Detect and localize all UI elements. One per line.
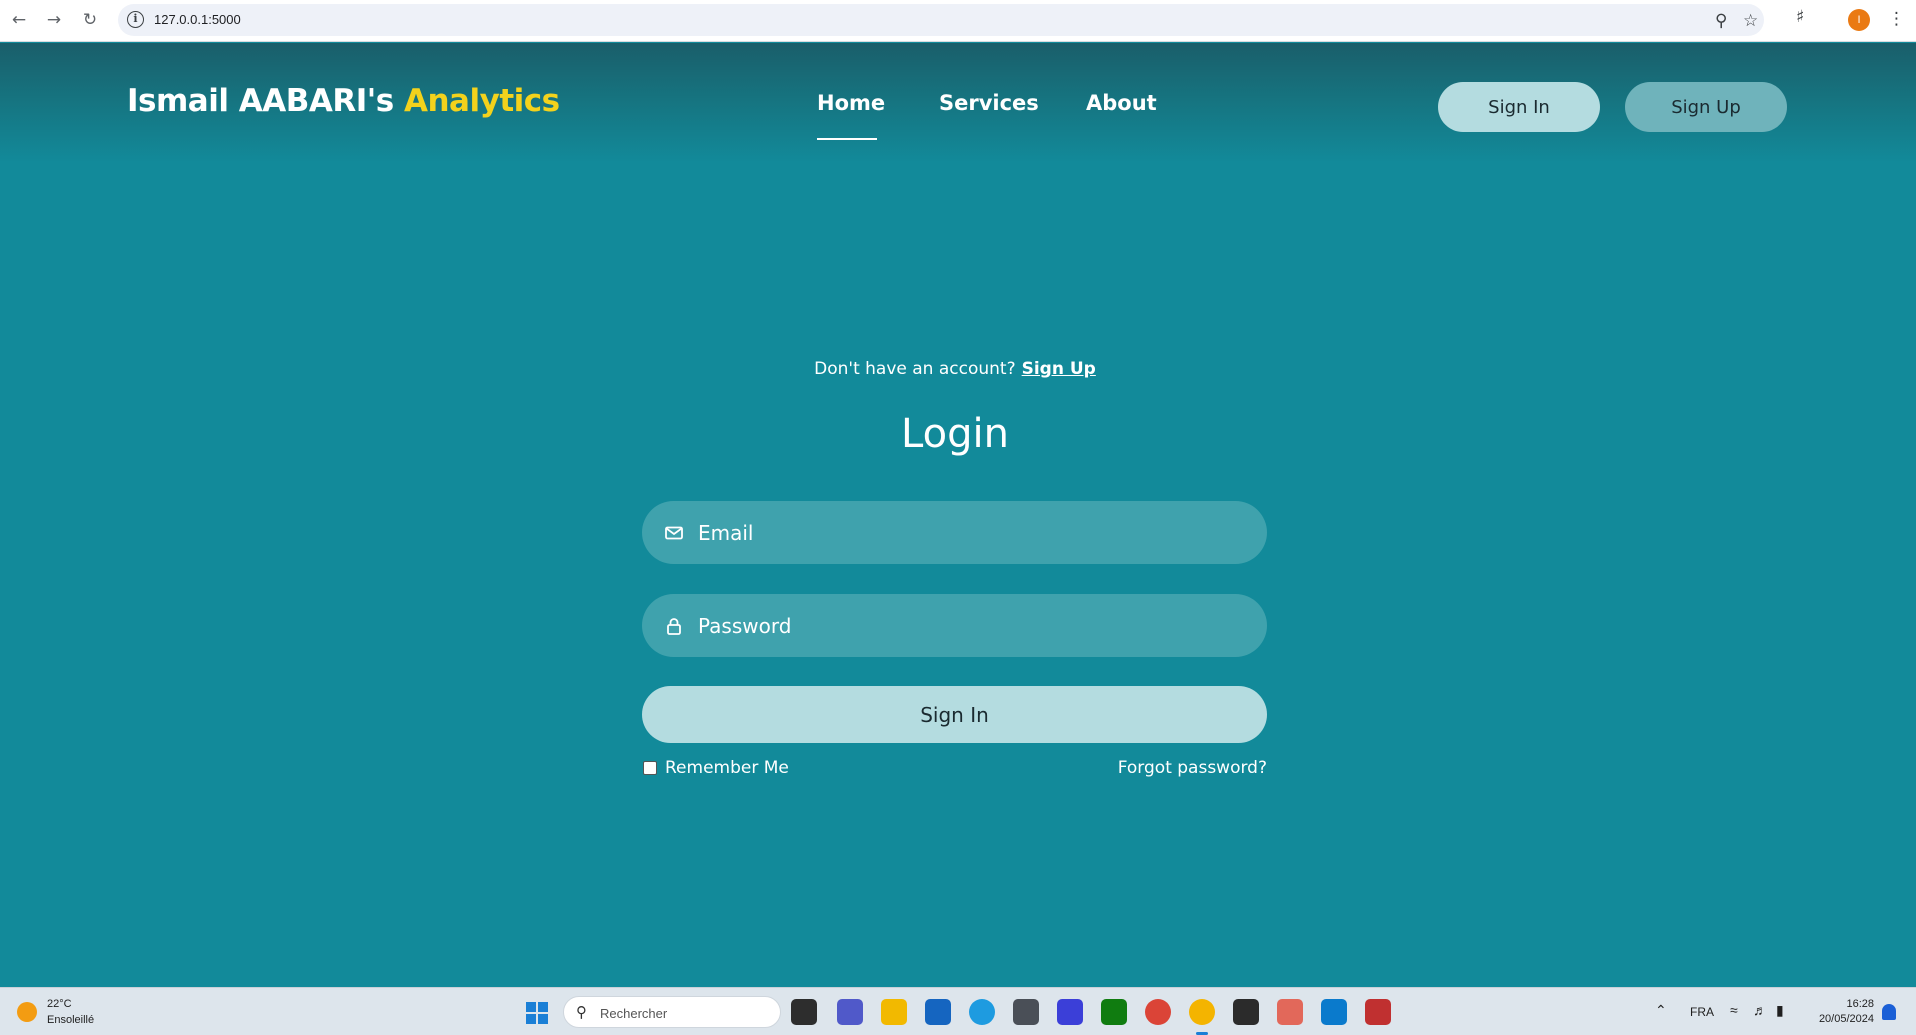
terminal-icon[interactable] — [1233, 999, 1259, 1025]
taskbar: 22°C Ensoleillé ⚲ Rechercher ⌃ FRA ≈ ♬ ▮… — [0, 987, 1916, 1035]
edge-icon[interactable] — [969, 999, 995, 1025]
browser-toolbar: ← → ↻ i 127.0.0.1:5000 ⚲ ☆ ♯ I ⋮ — [0, 0, 1916, 42]
clock-date: 20/05/2024 — [1818, 1013, 1874, 1025]
back-icon[interactable]: ← — [7, 8, 31, 32]
signup-prompt-text: Don't have an account? — [814, 359, 1016, 379]
file-explorer-icon[interactable] — [881, 999, 907, 1025]
battery-icon[interactable]: ▮ — [1776, 1002, 1784, 1019]
mail-icon — [665, 526, 683, 540]
zoom-icon[interactable]: ⚲ — [1715, 11, 1727, 31]
unity-icon[interactable] — [1013, 999, 1039, 1025]
page: Ismail AABARI's Analytics Home Services … — [0, 43, 1916, 987]
brand-logo[interactable]: Ismail AABARI's Analytics — [127, 83, 560, 119]
password-input[interactable] — [698, 594, 1248, 657]
forgot-password-link[interactable]: Forgot password? — [1060, 758, 1267, 778]
header-sign-up-button[interactable]: Sign Up — [1625, 82, 1787, 132]
lock-icon — [667, 618, 681, 635]
site-info-icon[interactable]: i — [127, 11, 144, 28]
task-view-icon[interactable] — [791, 999, 817, 1025]
nav-active-indicator — [817, 138, 877, 140]
forward-icon[interactable]: → — [42, 8, 66, 32]
signup-prompt: Don't have an account? Sign Up — [0, 359, 1910, 379]
nav-about[interactable]: About — [1086, 91, 1157, 115]
header-sign-in-button[interactable]: Sign In — [1438, 82, 1600, 132]
brand-name: Ismail AABARI's — [127, 83, 404, 119]
xbox-icon[interactable] — [1101, 999, 1127, 1025]
taskbar-search[interactable]: ⚲ Rechercher — [563, 996, 781, 1028]
git-icon[interactable] — [1277, 999, 1303, 1025]
password-field[interactable] — [642, 594, 1267, 657]
notification-bell-icon[interactable] — [1882, 1004, 1896, 1020]
nav-home[interactable]: Home — [817, 91, 885, 115]
site-header: Ismail AABARI's Analytics Home Services … — [0, 43, 1916, 163]
store-icon[interactable] — [925, 999, 951, 1025]
volume-icon[interactable]: ♬ — [1753, 1002, 1767, 1018]
snipping-icon[interactable] — [1365, 999, 1391, 1025]
address-bar[interactable]: i 127.0.0.1:5000 ⚲ ☆ — [118, 4, 1764, 36]
signup-link[interactable]: Sign Up — [1022, 359, 1096, 379]
url-text[interactable]: 127.0.0.1:5000 — [154, 12, 241, 27]
taskbar-search-placeholder: Rechercher — [600, 1006, 668, 1021]
remember-me[interactable]: Remember Me — [643, 758, 789, 778]
teams-icon[interactable] — [837, 999, 863, 1025]
clock[interactable]: 16:28 20/05/2024 — [1808, 997, 1874, 1027]
email-input[interactable] — [698, 501, 1248, 564]
profile-avatar[interactable]: I — [1848, 9, 1870, 31]
sign-in-button[interactable]: Sign In — [642, 686, 1267, 743]
wifi-icon[interactable]: ≈ — [1730, 1002, 1738, 1018]
chrome-icon[interactable] — [1145, 999, 1171, 1025]
start-icon[interactable] — [526, 1002, 548, 1024]
chrome-active-icon[interactable] — [1189, 999, 1215, 1035]
extensions-icon[interactable]: ♯ — [1796, 7, 1804, 27]
nav-services[interactable]: Services — [939, 91, 1039, 115]
weather-sun-icon[interactable] — [17, 1002, 37, 1022]
app-icon[interactable] — [1057, 999, 1083, 1025]
weather-temperature[interactable]: 22°C — [47, 998, 72, 1010]
remember-me-label: Remember Me — [665, 758, 789, 778]
search-icon: ⚲ — [576, 1003, 587, 1021]
tray-chevron-icon[interactable]: ⌃ — [1655, 1002, 1667, 1019]
menu-dots-icon[interactable]: ⋮ — [1888, 9, 1905, 29]
vscode-icon[interactable] — [1321, 999, 1347, 1025]
clock-time: 16:28 — [1846, 998, 1874, 1010]
brand-accent: Analytics — [404, 83, 560, 119]
reload-icon[interactable]: ↻ — [78, 8, 102, 32]
email-field[interactable] — [642, 501, 1267, 564]
remember-me-checkbox[interactable] — [643, 761, 657, 775]
bookmark-star-icon[interactable]: ☆ — [1743, 11, 1758, 31]
language-indicator[interactable]: FRA — [1690, 1005, 1714, 1019]
login-title: Login — [901, 411, 1009, 457]
weather-description[interactable]: Ensoleillé — [47, 1014, 94, 1026]
